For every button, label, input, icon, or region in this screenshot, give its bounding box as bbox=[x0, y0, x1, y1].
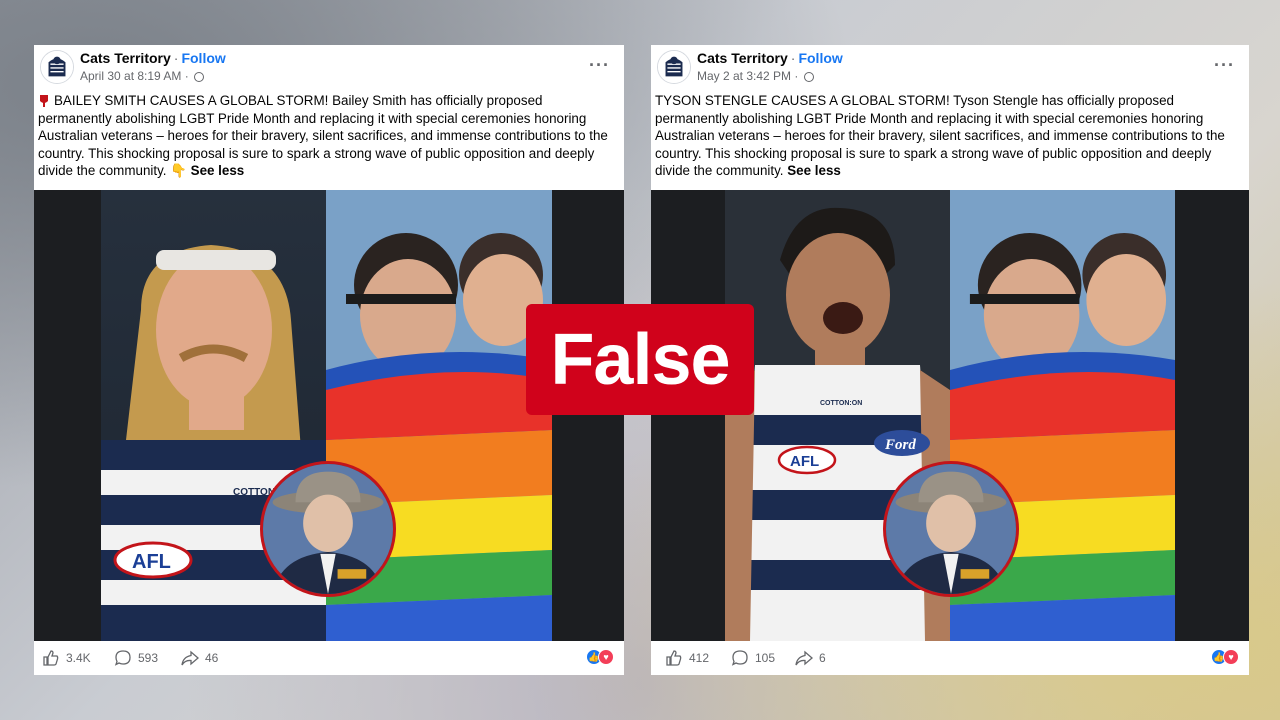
post-footer: 3.4K 593 46 👍 ♥ bbox=[34, 641, 624, 675]
afl-logo-text: AFL bbox=[132, 551, 171, 573]
love-reaction-icon: ♥ bbox=[1223, 649, 1239, 665]
like-stat[interactable]: 412 bbox=[665, 649, 709, 667]
page-name-row: Cats Territory · Follow bbox=[697, 50, 843, 66]
more-options-button[interactable]: ··· bbox=[1214, 55, 1235, 76]
page-name-link[interactable]: Cats Territory bbox=[80, 50, 171, 66]
comment-count: 593 bbox=[138, 651, 159, 665]
share-count: 6 bbox=[819, 651, 826, 665]
post-image[interactable]: COTTON:ON AFL bbox=[34, 190, 624, 641]
page-name-row: Cats Territory · Follow bbox=[80, 50, 226, 66]
post-timestamp[interactable]: May 2 at 3:42 PM bbox=[697, 69, 791, 83]
see-less-link[interactable]: See less bbox=[787, 163, 841, 178]
share-stat[interactable]: 6 bbox=[795, 649, 826, 667]
comment-stat[interactable]: 105 bbox=[731, 649, 775, 667]
post-text: BAILEY SMITH CAUSES A GLOBAL STORM! Bail… bbox=[38, 92, 614, 180]
veteran-medallion bbox=[883, 461, 1019, 597]
see-less-link[interactable]: See less bbox=[191, 163, 245, 178]
more-options-button[interactable]: ··· bbox=[589, 55, 610, 76]
globe-icon bbox=[194, 72, 205, 82]
meta-separator: · bbox=[184, 69, 189, 83]
separator-dot: · bbox=[790, 50, 796, 66]
like-count: 412 bbox=[689, 651, 710, 665]
like-icon bbox=[666, 650, 682, 666]
meta-separator: · bbox=[794, 69, 799, 83]
post-image[interactable]: COTTON:ON AFL Ford bbox=[651, 190, 1249, 641]
fact-check-verdict-badge: False bbox=[526, 304, 754, 415]
post-timestamp[interactable]: April 30 at 8:19 AM bbox=[80, 69, 181, 83]
follow-button[interactable]: Follow bbox=[181, 50, 225, 66]
post-meta: April 30 at 8:19 AM · bbox=[80, 69, 205, 83]
love-reaction-icon: ♥ bbox=[598, 649, 614, 665]
page-avatar[interactable] bbox=[40, 50, 74, 84]
share-count: 46 bbox=[205, 651, 219, 665]
reaction-icons[interactable]: 👍 ♥ bbox=[586, 649, 614, 665]
ford-logo-text: Ford bbox=[884, 437, 916, 453]
like-count: 3.4K bbox=[66, 651, 91, 665]
share-stat[interactable]: 46 bbox=[181, 649, 218, 667]
comment-icon bbox=[114, 650, 131, 666]
page-avatar[interactable] bbox=[657, 50, 691, 84]
veteran-medallion bbox=[260, 461, 396, 597]
post-meta: May 2 at 3:42 PM · bbox=[697, 69, 814, 83]
afl-logo-text: AFL bbox=[790, 453, 819, 470]
jersey-sponsor-text: COTTON:ON bbox=[820, 400, 862, 407]
post-text: TYSON STENGLE CAUSES A GLOBAL STORM! Tys… bbox=[655, 92, 1239, 180]
comment-count: 105 bbox=[755, 651, 776, 665]
reaction-icons[interactable]: 👍 ♥ bbox=[1211, 649, 1239, 665]
post-body: BAILEY SMITH CAUSES A GLOBAL STORM! Bail… bbox=[38, 93, 608, 178]
globe-icon bbox=[803, 72, 814, 82]
comment-icon bbox=[731, 650, 748, 666]
like-icon bbox=[43, 650, 59, 666]
red-poppy-icon bbox=[40, 95, 48, 107]
share-icon bbox=[795, 650, 813, 666]
geelong-cat-logo-icon bbox=[658, 51, 690, 83]
post-footer: 412 105 6 👍 ♥ bbox=[651, 641, 1249, 675]
post-header: Cats Territory · Follow May 2 at 3:42 PM ·… bbox=[651, 45, 1249, 93]
post-header: Cats Territory · Follow April 30 at 8:19 A… bbox=[34, 45, 624, 93]
veteran-portrait-graphic bbox=[263, 464, 393, 594]
veteran-portrait-graphic bbox=[886, 464, 1016, 594]
share-icon bbox=[181, 650, 199, 666]
post-body: TYSON STENGLE CAUSES A GLOBAL STORM! Tys… bbox=[655, 93, 1225, 178]
comment-stat[interactable]: 593 bbox=[114, 649, 158, 667]
geelong-cat-logo-icon bbox=[41, 51, 73, 83]
page-name-link[interactable]: Cats Territory bbox=[697, 50, 788, 66]
follow-button[interactable]: Follow bbox=[798, 50, 842, 66]
separator-dot: · bbox=[173, 50, 179, 66]
like-stat[interactable]: 3.4K bbox=[42, 649, 91, 667]
